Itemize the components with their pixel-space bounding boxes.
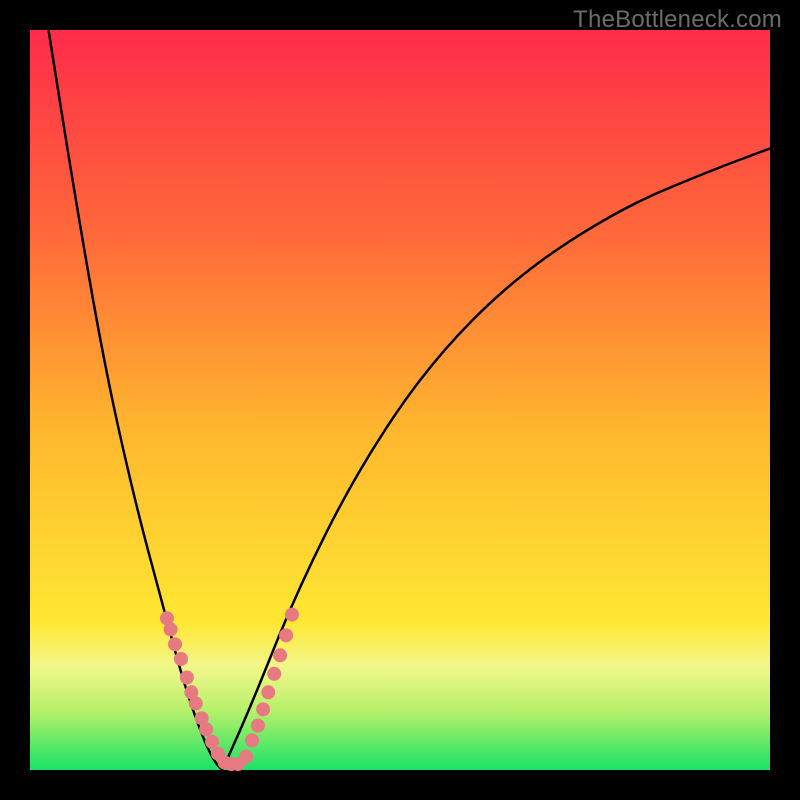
- plot-area: [30, 30, 770, 770]
- marker-point: [273, 648, 287, 662]
- marker-point: [199, 722, 213, 736]
- marker-point: [164, 622, 178, 636]
- curve-layer: [30, 30, 770, 770]
- marker-point: [180, 671, 194, 685]
- marker-point: [267, 667, 281, 681]
- marker-point: [285, 608, 299, 622]
- marker-point: [251, 719, 265, 733]
- marker-point: [189, 696, 203, 710]
- marker-point: [245, 733, 259, 747]
- marker-point: [168, 637, 182, 651]
- curve-left: [49, 30, 223, 770]
- watermark-text: TheBottleneck.com: [573, 6, 782, 34]
- marker-group: [160, 608, 299, 771]
- curve-right: [222, 148, 770, 770]
- marker-point: [279, 628, 293, 642]
- marker-point: [261, 685, 275, 699]
- marker-point: [256, 702, 270, 716]
- marker-point: [174, 652, 188, 666]
- marker-point: [205, 735, 219, 749]
- outer-frame: TheBottleneck.com: [0, 0, 800, 800]
- marker-point: [239, 750, 253, 764]
